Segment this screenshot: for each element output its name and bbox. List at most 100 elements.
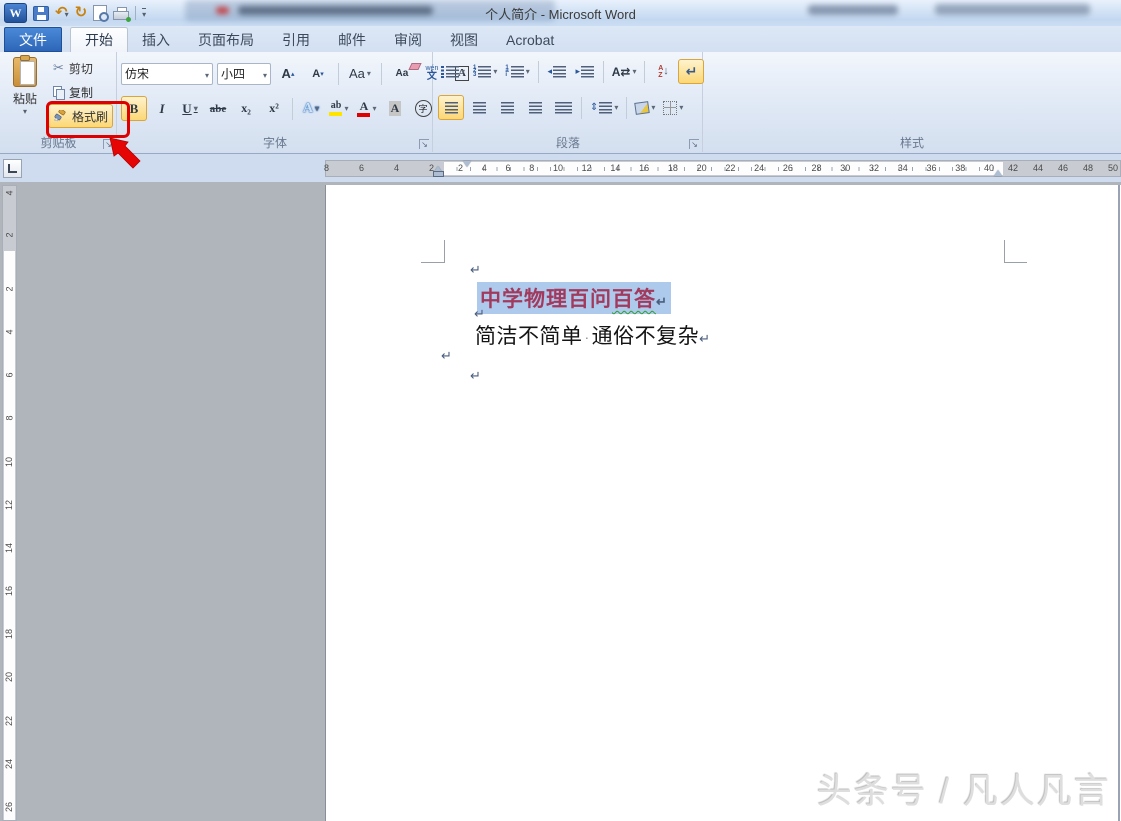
font-name-combo[interactable]: 仿宋	[121, 63, 213, 85]
first-line-indent-marker[interactable]	[463, 161, 471, 167]
shrink-font-button[interactable]: A	[305, 61, 331, 86]
numbering-icon: 123	[473, 66, 476, 77]
decrease-indent-button[interactable]: ◂	[544, 59, 570, 84]
change-case-button[interactable]: Aa	[346, 61, 374, 86]
align-left-button[interactable]	[438, 95, 464, 120]
ruler-numbers-right: 4244464850	[1008, 161, 1118, 176]
underline-button[interactable]: U	[177, 96, 203, 121]
borders-button[interactable]	[660, 95, 686, 120]
lines-icon	[581, 66, 594, 78]
ruler-number: 4	[394, 161, 399, 176]
format-painter-brush-icon	[53, 110, 67, 123]
ruler-number: 16	[4, 586, 14, 596]
superscript-button[interactable]: x²	[261, 96, 287, 121]
font-color-letter: A	[360, 100, 369, 112]
styles-group: AaBbC 标题 AaBbC 标题 2 AaBbC 标题 3 AaBbC 副标题…	[703, 52, 1121, 152]
bold-button[interactable]: B	[121, 96, 147, 121]
ribbon-tab-label: 邮件	[338, 30, 366, 50]
cut-label: 剪切	[69, 60, 93, 77]
ribbon-tab[interactable]: 邮件	[324, 28, 380, 52]
ribbon-tab-label: 引用	[282, 30, 310, 50]
ruler-number: 42	[1008, 161, 1018, 176]
paragraph-mark: ↵	[470, 262, 481, 278]
ruler-number: 10	[4, 457, 14, 467]
divider	[338, 63, 339, 85]
selected-title-text[interactable]: 中学物理百问百答↵	[477, 282, 671, 314]
ruler-number: 4	[482, 161, 487, 176]
asian-layout-icon: A⇄	[612, 65, 631, 79]
borders-grid-icon	[663, 101, 677, 115]
ribbon-tab[interactable]: 页面布局	[184, 28, 268, 52]
ribbon-tab-bar: 文件开始插入页面布局引用 邮件审阅视图Acrobat	[0, 26, 1121, 52]
text-highlight-button[interactable]: ab	[326, 96, 352, 121]
ruler-number: 30	[840, 161, 850, 176]
justify-button[interactable]	[522, 95, 548, 120]
asian-layout-button[interactable]: A⇄	[609, 59, 640, 84]
horizontal-ruler[interactable]: 8642 24681012141618202224262830323436384…	[325, 160, 1121, 177]
paste-button[interactable]: 粘贴 ▾	[6, 57, 44, 135]
paint-bucket-icon	[635, 101, 651, 115]
chevron-down-icon: ▾	[23, 107, 27, 116]
customize-qat-icon[interactable]: ▾	[142, 8, 146, 19]
font-dialog-launcher-icon[interactable]	[419, 139, 429, 149]
align-right-button[interactable]	[494, 95, 520, 120]
subtitle-part-b: 通俗不复杂	[592, 325, 700, 348]
format-painter-label: 格式刷	[72, 108, 108, 125]
bullets-button[interactable]	[438, 59, 468, 84]
multilevel-icon: 1ai	[505, 66, 508, 77]
shading-button[interactable]	[632, 95, 658, 120]
font-color-button[interactable]: A	[354, 96, 380, 121]
ribbon-tab[interactable]: 插入	[128, 28, 184, 52]
strikethrough-button[interactable]: abe	[205, 96, 231, 121]
print-icon[interactable]	[113, 7, 129, 20]
ribbon-tab[interactable]: 引用	[268, 28, 324, 52]
align-center-button[interactable]	[466, 95, 492, 120]
ruler-number: 8	[324, 161, 329, 176]
ruler-number: 20	[4, 672, 14, 682]
paragraph-dialog-launcher-icon[interactable]	[689, 139, 699, 149]
ruler-number: 34	[898, 161, 908, 176]
numbering-button[interactable]: 123	[470, 59, 500, 84]
multilevel-list-button[interactable]: 1ai	[502, 59, 532, 84]
font-size-combo[interactable]: 小四	[217, 63, 271, 85]
ribbon-tab[interactable]: 文件	[4, 27, 62, 52]
word-logo-icon[interactable]: W	[4, 3, 27, 23]
italic-button[interactable]: I	[149, 96, 175, 121]
ruler-number: 32	[869, 161, 879, 176]
show-hide-marks-button[interactable]: ↵	[678, 59, 704, 84]
format-painter-button[interactable]: 格式刷	[48, 104, 113, 128]
ribbon-tab[interactable]: 视图	[436, 28, 492, 52]
grow-font-button[interactable]: A	[275, 61, 301, 86]
divider	[626, 97, 627, 119]
undo-button[interactable]: ↶▾	[55, 4, 69, 22]
ruler-number: 10	[553, 161, 563, 176]
print-preview-icon[interactable]	[93, 5, 107, 21]
copy-button[interactable]: 复制	[48, 80, 113, 104]
right-indent-marker[interactable]	[994, 170, 1002, 176]
increase-indent-button[interactable]: ▸	[572, 59, 598, 84]
sort-button[interactable]: AZ ↓	[650, 59, 676, 84]
subtitle-text[interactable]: 简洁不简单·通俗不复杂↵	[475, 320, 711, 350]
vertical-ruler[interactable]: 42 2468101214161820222426	[2, 185, 17, 821]
ribbon-tab[interactable]: Acrobat	[492, 28, 568, 52]
character-shading-button[interactable]: A	[382, 96, 408, 121]
tab-stop-selector[interactable]	[3, 159, 22, 178]
ruler-number: 44	[1033, 161, 1043, 176]
distribute-button[interactable]	[550, 95, 576, 120]
ruler-number: 22	[725, 161, 735, 176]
font-group-label: 字体	[117, 134, 433, 151]
ribbon-tab[interactable]: 开始	[70, 27, 128, 52]
clear-formatting-button[interactable]: Aa	[389, 61, 415, 86]
ribbon-tab[interactable]: 审阅	[380, 28, 436, 52]
divider	[603, 61, 604, 83]
text-effects-button[interactable]: A	[298, 96, 324, 121]
line-spacing-button[interactable]: ⇕	[587, 95, 621, 120]
clipboard-dialog-launcher-icon[interactable]	[103, 139, 113, 149]
document-page[interactable]	[325, 185, 1121, 821]
left-indent-marker[interactable]	[434, 172, 443, 176]
cut-button[interactable]: ✂ 剪切	[48, 56, 113, 80]
save-icon[interactable]	[33, 6, 49, 21]
ruler-number: 14	[610, 161, 620, 176]
redo-icon[interactable]: ↻	[75, 6, 88, 20]
subscript-button[interactable]: x₂	[233, 96, 259, 121]
